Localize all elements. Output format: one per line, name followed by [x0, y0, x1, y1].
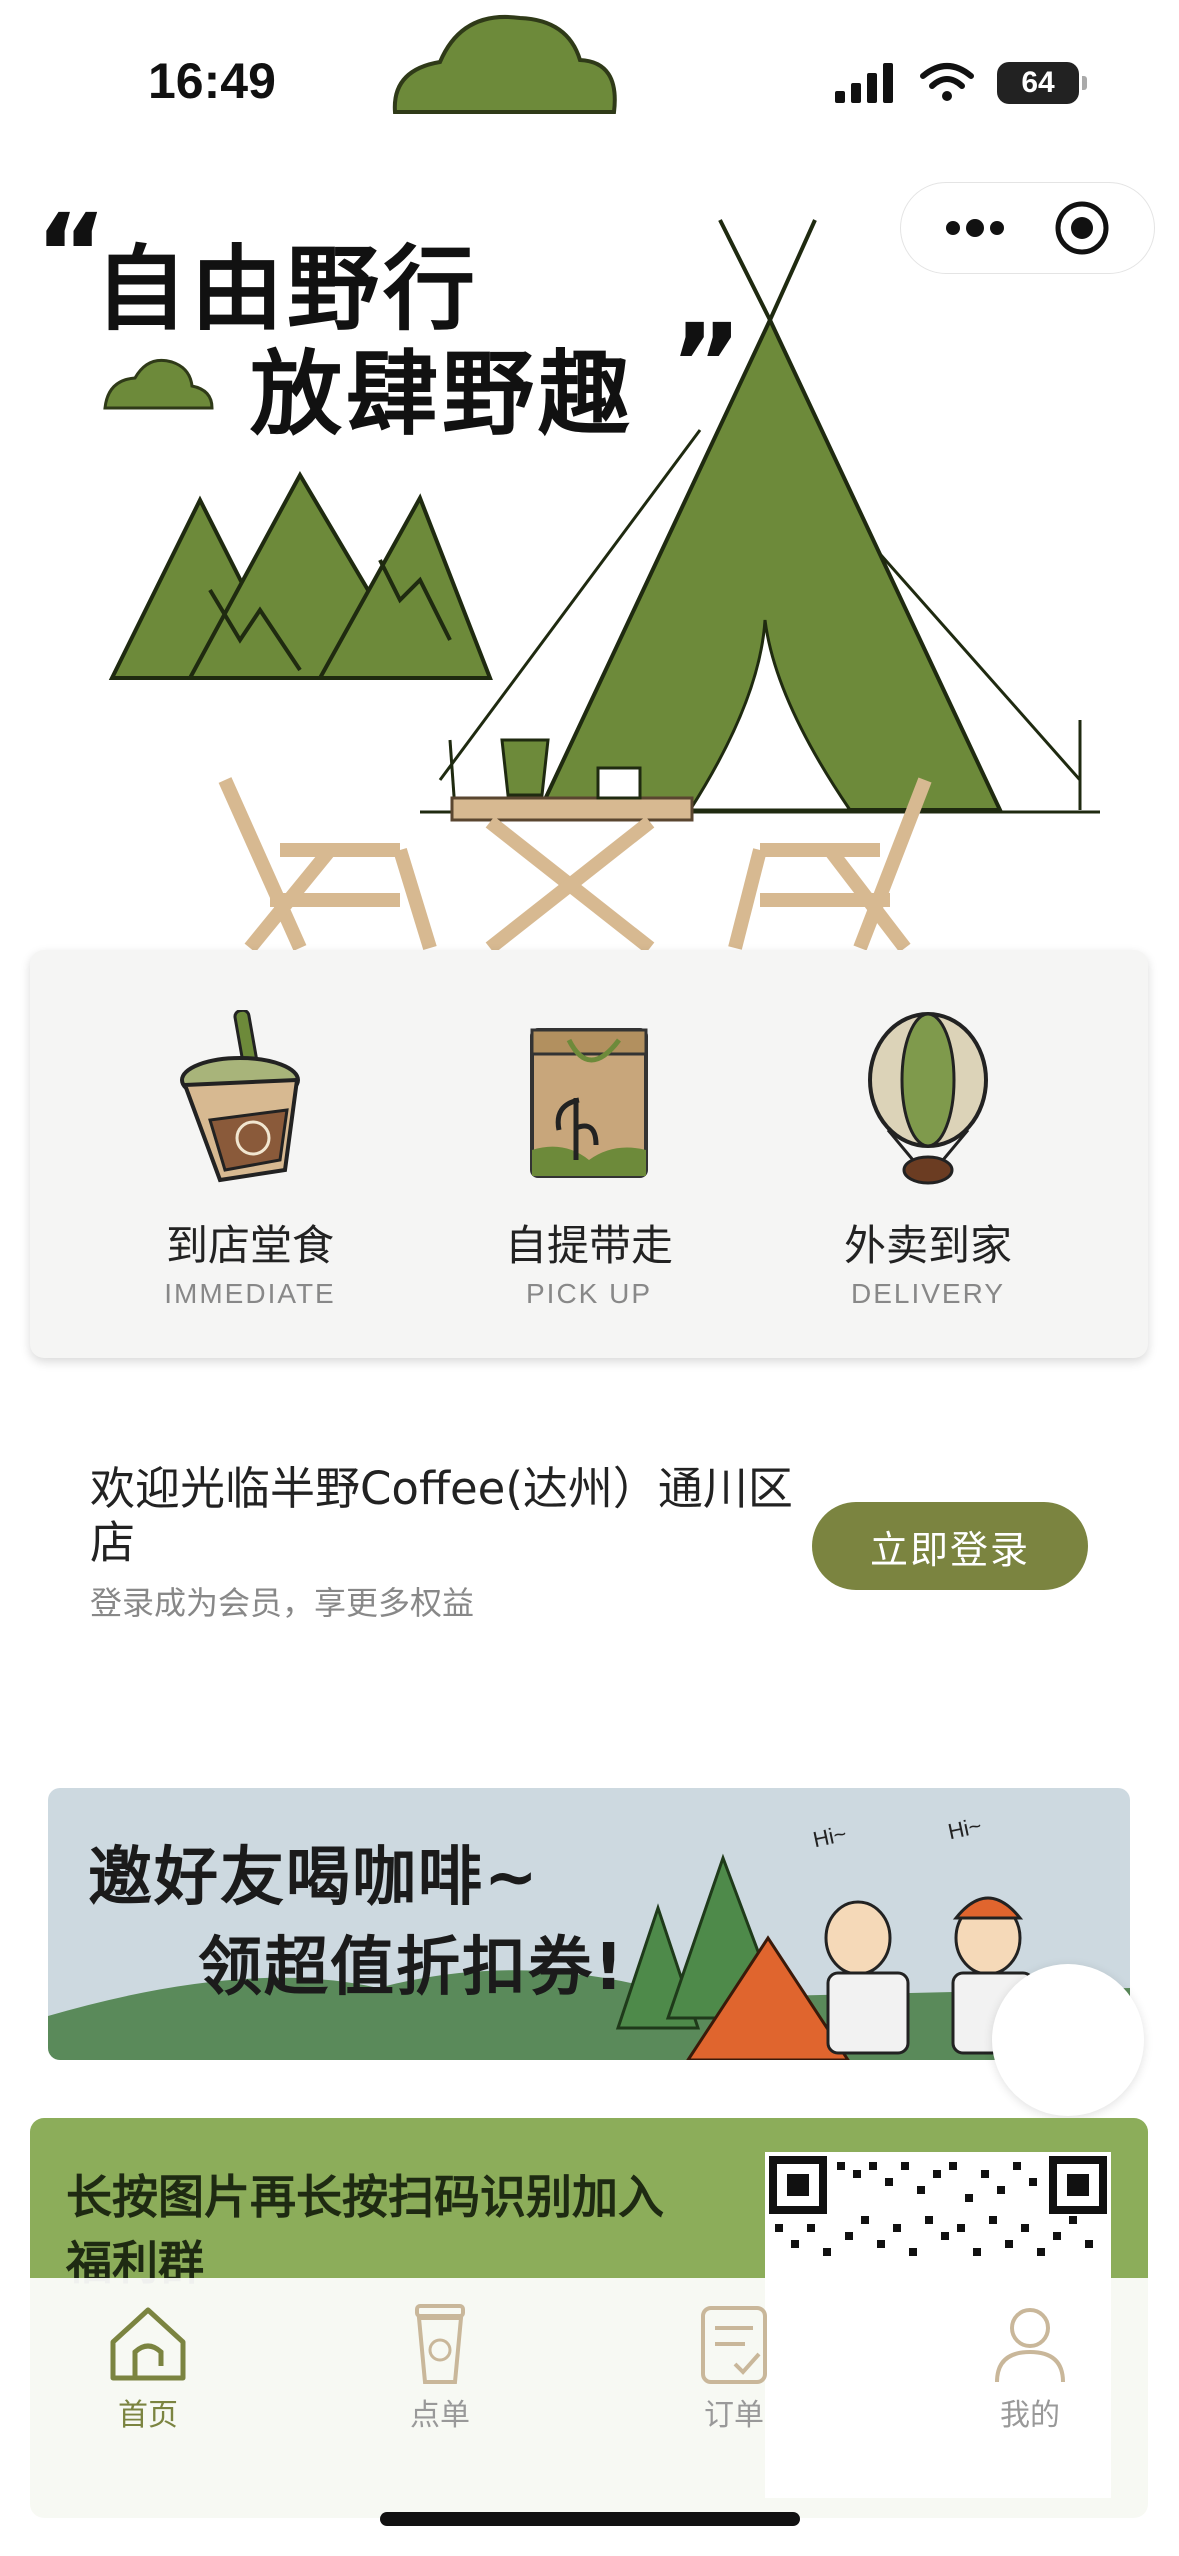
- hero-slogan-line2: 放肆野趣: [250, 341, 635, 448]
- login-button[interactable]: 立即登录: [812, 1502, 1088, 1590]
- service-pickup-subtitle: PICK UP: [525, 1278, 653, 1309]
- signal-icon: [835, 63, 893, 103]
- hot-air-balloon-icon: [868, 1012, 988, 1185]
- top-cloud: [392, 15, 617, 114]
- chair-left: [218, 777, 437, 953]
- tab-orders-label: 订单: [704, 2398, 764, 2433]
- cup-icon: [415, 2304, 465, 2384]
- service-delivery[interactable]: 外卖到家 DELIVERY: [778, 950, 1078, 1358]
- banner-line2: 领超值折扣券!: [198, 1931, 626, 2005]
- banner-line1: 邀好友喝咖啡~: [88, 1841, 540, 1915]
- service-pickup-title: 自提带走: [504, 1221, 673, 1270]
- more-icon[interactable]: [945, 218, 1005, 238]
- service-dine-in-title: 到店堂食: [165, 1221, 334, 1270]
- home-icon: [110, 2307, 186, 2381]
- tab-order-menu[interactable]: 点单: [340, 2302, 540, 2434]
- close-capsule-icon[interactable]: [1054, 200, 1110, 256]
- battery-indicator: 64: [997, 62, 1087, 104]
- hero-illustration: [103, 15, 1100, 954]
- camp-table: [450, 796, 694, 822]
- order-icon: [701, 2306, 767, 2384]
- floating-button[interactable]: [992, 1964, 1144, 2116]
- mini-program-capsule: [900, 182, 1155, 274]
- tab-profile[interactable]: 我的: [930, 2302, 1130, 2434]
- service-mode-card: 到店堂食 IMMEDIATE 自提带走 PICK UP 外卖到家 DELIVER…: [30, 950, 1148, 1358]
- member-benefit-text: 登录成为会员，享更多权益: [90, 1584, 475, 1622]
- tab-profile-label: 我的: [1000, 2398, 1060, 2433]
- service-delivery-title: 外卖到家: [843, 1221, 1012, 1270]
- tab-home-label: 首页: [118, 2398, 178, 2433]
- tab-order-menu-label: 点单: [410, 2398, 470, 2433]
- coffee-cup-icon: [180, 1010, 300, 1183]
- group-join-text: 长按图片再长按扫码识别加入福利群: [66, 2170, 664, 2290]
- invite-friends-banner[interactable]: 邀好友喝咖啡~ 领超值折扣券! Hi~ Hi~: [48, 1788, 1130, 2060]
- service-delivery-subtitle: DELIVERY: [851, 1278, 1005, 1309]
- status-time: 16:49: [148, 53, 276, 109]
- status-icons: 64: [835, 62, 1087, 104]
- user-icon: [995, 2308, 1065, 2383]
- service-dine-in[interactable]: 到店堂食 IMMEDIATE: [100, 950, 400, 1358]
- service-dine-in-subtitle: IMMEDIATE: [164, 1278, 336, 1309]
- paper-bag-icon: [530, 1028, 648, 1178]
- home-indicator[interactable]: [380, 2512, 800, 2526]
- tab-home[interactable]: 首页: [48, 2302, 248, 2434]
- wifi-icon: [920, 63, 974, 101]
- mini-program-home: “ 自由野行 放肆野趣 ” 16:49 64 到店堂食 IMMEDIATE 自提…: [0, 0, 1179, 2556]
- quote-close: ”: [670, 300, 743, 428]
- tab-orders[interactable]: 订单: [634, 2302, 834, 2434]
- small-cloud: [103, 358, 214, 410]
- store-welcome-title: 欢迎光临半野Coffee(达州）通川区店: [90, 1462, 793, 1569]
- service-pickup[interactable]: 自提带走 PICK UP: [439, 950, 739, 1358]
